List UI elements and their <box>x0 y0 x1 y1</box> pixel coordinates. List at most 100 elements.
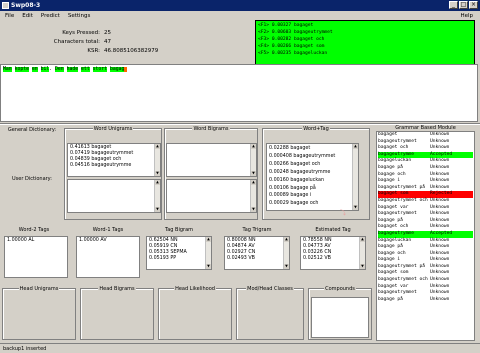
compounds-list[interactable] <box>311 297 369 338</box>
grammar-row[interactable]: bagageutrymmet och Unknown <box>378 198 473 205</box>
prediction-item[interactable]: <F1> 0.00327 bagaget <box>258 22 472 29</box>
characters-total-label: Characters total: <box>53 39 100 45</box>
grammar-word: bagage i <box>378 178 401 184</box>
window-title: Swp08-3 <box>11 2 41 9</box>
scrollbar[interactable]: ▲ ▼ <box>154 144 160 176</box>
list-item[interactable]: 0.04516 bagageutrymme <box>70 163 158 169</box>
grammar-row[interactable]: bagaget som Rejected <box>378 191 473 198</box>
prediction-list[interactable]: <F1> 0.00327 bagaget <F2> 0.00603 bagage… <box>255 20 475 65</box>
list-item[interactable]: 0.02288 bagaget <box>269 145 356 153</box>
ksr-value: 46.8085106382979 <box>104 48 159 54</box>
menu-predict[interactable]: Predict <box>41 13 60 19</box>
grammar-row[interactable]: bagage på Unknown <box>378 244 473 251</box>
prediction-item[interactable]: <F2> 0.00603 bagageutrymmet <box>258 29 472 36</box>
grammar-row[interactable]: bagage på Unknown <box>378 165 473 172</box>
grammar-list[interactable]: bagaget Unknown bagageutrymmet Unknown bagag… <box>376 131 475 341</box>
word2-tags-label: Word-2 Tags <box>18 227 50 233</box>
word2-tags-list[interactable]: 1.00000 AL <box>4 236 68 278</box>
scrollbar[interactable]: ▲ ▼ <box>250 144 256 176</box>
grammar-row[interactable]: bagage på Unknown <box>378 297 473 304</box>
compounds-title: Compounds <box>324 286 356 292</box>
grammar-status: Unknown <box>430 263 450 269</box>
grammar-status: Unknown <box>430 217 450 223</box>
grammar-row[interactable]: bagageutrymme Accepted <box>378 230 473 238</box>
mod-head-title: Mod/Head Classes <box>246 286 294 292</box>
grammar-word: bagageluckan <box>378 158 412 164</box>
minimize-button[interactable]: _ <box>449 1 458 9</box>
grammar-status: Unknown <box>430 283 450 289</box>
status-bar: backup1 inserted <box>0 343 480 353</box>
grammar-word: bagaget och <box>378 224 409 230</box>
list-item[interactable]: 0.00089 bagage i <box>269 192 356 200</box>
scrollbar[interactable]: ▲ ▼ <box>154 180 160 212</box>
text-cursor <box>124 67 128 72</box>
list-item[interactable]: 0.00266 bagaget och <box>269 161 356 169</box>
app-icon <box>2 2 9 9</box>
grammar-row[interactable]: bagageutrymmet och Unknown <box>378 277 473 284</box>
status-text: backup1 inserted <box>3 346 47 352</box>
editor-word: kopte <box>14 67 30 72</box>
grammar-row[interactable]: bagaget och Unknown <box>378 145 473 152</box>
word-bigrams-list[interactable]: ▲ ▼ <box>166 143 257 177</box>
user-bigrams-list[interactable]: ▲ ▼ <box>166 179 257 213</box>
list-item[interactable]: 0.00160 bagageluckan <box>269 177 356 185</box>
text-editor[interactable]: Man kopte en bil. Den hade ett stort bag… <box>0 64 478 122</box>
close-button[interactable]: × <box>469 1 478 9</box>
tag-trigram-list[interactable]: 0.80008 NN 0.04874 AV 0.02927 CN 0.02493… <box>224 236 290 270</box>
user-unigrams-list[interactable]: ▲ ▼ <box>67 179 161 213</box>
grammar-status: Unknown <box>430 296 450 302</box>
prediction-item[interactable]: <F4> 0.00266 bagaget som <box>258 43 472 50</box>
grammar-row[interactable]: bagageluckan Unknown <box>378 158 473 165</box>
editor-word: en <box>31 67 38 72</box>
grammar-row[interactable]: bagage i Unknown <box>378 178 473 185</box>
word-unigrams-list[interactable]: 0.41613 bagaget 0.07419 bagageutrymmet 0… <box>67 143 161 177</box>
list-item[interactable]: 0.02512 VB <box>303 256 363 262</box>
scrollbar[interactable]: ▲ ▼ <box>359 237 365 269</box>
grammar-status: Unknown <box>430 164 450 170</box>
list-item[interactable]: 0.000408 bagageutrymmet <box>269 153 356 161</box>
editor-current-word: bagag <box>109 67 125 72</box>
tag-bigram-label: Tag Bigram <box>164 227 194 233</box>
grammar-row[interactable]: bagaget och Unknown <box>378 224 473 231</box>
prediction-item[interactable]: <F3> 0.00282 bagaget och <box>258 36 472 43</box>
grammar-row[interactable]: bagage i Unknown <box>378 257 473 264</box>
word-tag-list[interactable]: 0.02288 bagaget 0.000408 bagageutrymmet … <box>266 143 359 211</box>
maximize-button[interactable]: □ <box>459 1 468 9</box>
tag-bigram-list[interactable]: 0.62504 NN 0.05919 CN 0.05313 SEPMA 0.05… <box>146 236 212 270</box>
grammar-word: bagageutrymmet och <box>378 277 428 283</box>
mod-head-group: Mod/Head Classes <box>236 286 304 340</box>
grammar-word: bagageutrymmet och <box>378 197 428 203</box>
list-item[interactable]: 0.05193 PP <box>149 256 209 262</box>
grammar-status: Unknown <box>430 250 450 256</box>
word1-tags-label: Word-1 Tags <box>92 227 124 233</box>
grammar-word: bagaget och <box>378 145 409 151</box>
list-item[interactable]: 0.00248 bagageutrymme <box>269 169 356 177</box>
grammar-status: Accepted <box>430 230 453 236</box>
scrollbar[interactable]: ▲ ▼ <box>205 237 211 269</box>
list-item[interactable]: 1.00000 AL <box>7 238 65 244</box>
scrollbar[interactable]: ▲ ▼ <box>283 237 289 269</box>
keys-pressed-label: Keys Pressed: <box>62 30 100 36</box>
grammar-word: bagage på <box>378 296 403 302</box>
list-item[interactable]: 1.00000 AV <box>79 238 137 244</box>
head-unigrams-group: Head Unigrams <box>2 286 76 340</box>
scrollbar[interactable]: ▲ ▼ <box>352 144 358 210</box>
menu-settings[interactable]: Settings <box>68 13 91 19</box>
grammar-row[interactable]: bagageutrymmet Unknown <box>378 290 473 297</box>
list-item[interactable]: 0.00106 bagage på <box>269 185 356 193</box>
menu-edit[interactable]: Edit <box>22 13 33 19</box>
grammar-row[interactable]: bagaget Unknown <box>378 132 473 139</box>
grammar-word: bagageutrymmet <box>378 290 417 296</box>
scrollbar[interactable]: ▲ ▼ <box>250 180 256 212</box>
grammar-row[interactable]: bagageutrymmet Unknown <box>378 211 473 218</box>
estimated-tag-list[interactable]: 0.78558 NN 0.04773 AV 0.03226 CN 0.02512… <box>300 236 366 270</box>
general-dictionary-label: General Dictionary: <box>7 127 57 133</box>
prediction-item[interactable]: <F5> 0.00235 bagageluckan <box>258 50 472 57</box>
grammar-word: bagaget som <box>378 191 409 197</box>
menu-file[interactable]: File <box>5 13 14 19</box>
ksr-label: KSR: <box>87 48 100 54</box>
estimated-tag-label: Estimated Tag <box>315 227 351 233</box>
menu-help[interactable]: Help <box>460 13 473 19</box>
list-item[interactable]: 0.02493 VB <box>227 256 287 262</box>
word1-tags-list[interactable]: 1.00000 AV <box>76 236 140 278</box>
